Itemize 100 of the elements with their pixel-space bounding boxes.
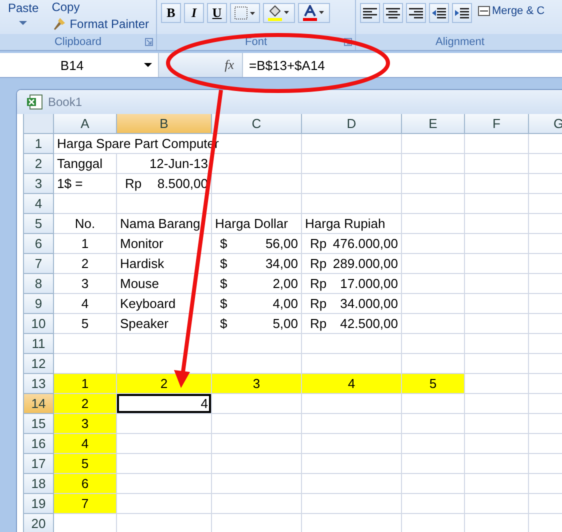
empty-cell <box>465 394 529 414</box>
currency-symbol: Rp <box>310 296 327 311</box>
table-cell: 3 <box>54 274 117 294</box>
empty-cell <box>465 334 529 354</box>
align-button[interactable] <box>406 3 426 23</box>
row-header[interactable]: 3 <box>24 174 54 194</box>
row-header[interactable]: 12 <box>24 354 54 374</box>
empty-cell <box>465 174 529 194</box>
indent-button[interactable] <box>429 3 449 23</box>
currency-symbol: Rp <box>310 276 327 291</box>
empty-cell <box>402 414 465 434</box>
row-header[interactable]: 9 <box>24 294 54 314</box>
empty-cell <box>465 134 529 154</box>
table-cell: No. <box>54 214 117 234</box>
empty-cell <box>402 474 465 494</box>
currency-symbol: $ <box>220 296 228 311</box>
column-header[interactable]: E <box>402 114 465 134</box>
formula-field[interactable]: =B$13+$A14 <box>243 53 325 77</box>
align-button[interactable] <box>360 3 380 23</box>
cell-value: 56,00 <box>265 236 298 251</box>
table-cell: 5 <box>402 374 465 394</box>
indent-button[interactable] <box>452 3 472 23</box>
cell-value: 289.000,00 <box>332 256 398 271</box>
cell-value: 476.000,00 <box>332 236 398 251</box>
row-header[interactable]: 8 <box>24 274 54 294</box>
insert-function-button[interactable]: fx <box>159 53 243 77</box>
copy-button[interactable]: Copy <box>52 0 150 14</box>
alignment-group-label: Alignment <box>356 34 562 50</box>
empty-cell <box>465 214 529 234</box>
cell-value: 4,00 <box>272 296 298 311</box>
row-header[interactable]: 6 <box>24 234 54 254</box>
currency-symbol: $ <box>220 276 228 291</box>
table-cell: Speaker <box>117 314 212 334</box>
row-header[interactable]: 14 <box>24 394 54 414</box>
table-cell: 3 <box>54 414 117 434</box>
font-color-button[interactable] <box>298 3 330 23</box>
brush-icon <box>52 17 66 31</box>
empty-cell <box>402 394 465 414</box>
spreadsheet-icon <box>27 94 43 110</box>
align-button[interactable] <box>383 3 403 23</box>
fill-color-button[interactable] <box>263 3 295 23</box>
merge-icon <box>478 6 490 16</box>
row-header[interactable]: 15 <box>24 414 54 434</box>
empty-cell <box>465 474 529 494</box>
table-cell: 4 <box>117 394 212 414</box>
clipboard-group-label: Clipboard <box>0 34 156 50</box>
row-header[interactable]: 1 <box>24 134 54 154</box>
row-header[interactable]: 10 <box>24 314 54 334</box>
empty-cell <box>465 414 529 434</box>
empty-cell <box>465 354 529 374</box>
table-cell: 1 <box>54 374 117 394</box>
paste-button[interactable]: Paste <box>4 1 43 26</box>
table-cell: 2 <box>117 374 212 394</box>
merge-button[interactable]: Merge & C <box>478 5 545 17</box>
row-header[interactable]: 16 <box>24 434 54 454</box>
currency-symbol: $ <box>220 236 228 251</box>
currency-symbol: Rp <box>310 316 327 331</box>
empty-cell <box>402 454 465 474</box>
row-header[interactable]: 18 <box>24 474 54 494</box>
table-cell: Tanggal <box>54 154 117 174</box>
cell-value: 5,00 <box>272 316 298 331</box>
empty-cell <box>402 174 465 194</box>
empty-cell <box>465 154 529 174</box>
column-header[interactable]: B <box>117 114 212 134</box>
format-painter-button[interactable]: Format Painter <box>52 17 150 31</box>
dialog-launcher-icon[interactable] <box>344 38 352 46</box>
row-header[interactable]: 5 <box>24 214 54 234</box>
column-header[interactable]: C <box>212 114 302 134</box>
row-header[interactable]: 2 <box>24 154 54 174</box>
empty-cell <box>402 134 465 154</box>
table-cell: Nama Barang <box>117 214 212 234</box>
row-header[interactable]: 17 <box>24 454 54 474</box>
row-header[interactable]: 11 <box>24 334 54 354</box>
bold-button[interactable]: B <box>161 3 181 23</box>
empty-cell <box>465 254 529 274</box>
row-header[interactable]: 4 <box>24 194 54 214</box>
row-header[interactable]: 7 <box>24 254 54 274</box>
currency-symbol: $ <box>220 316 228 331</box>
table-cell: Keyboard <box>117 294 212 314</box>
currency-symbol: Rp <box>310 236 327 251</box>
table-cell: Monitor <box>117 234 212 254</box>
caret-icon <box>19 21 28 26</box>
empty-cell <box>465 194 529 214</box>
table-cell: Mouse <box>117 274 212 294</box>
row-header[interactable]: 19 <box>24 494 54 514</box>
borders-button[interactable] <box>230 3 260 23</box>
column-header[interactable]: D <box>302 114 402 134</box>
underline-button[interactable]: U <box>207 3 227 23</box>
dropdown-caret-icon[interactable] <box>144 62 152 68</box>
row-header[interactable]: 13 <box>24 374 54 394</box>
empty-cell <box>465 274 529 294</box>
cell-value: 17.000,00 <box>340 276 398 291</box>
table-cell: 1 <box>54 234 117 254</box>
column-header[interactable]: A <box>54 114 117 134</box>
empty-cell <box>402 154 465 174</box>
italic-button[interactable]: I <box>184 3 204 23</box>
empty-cell <box>402 434 465 454</box>
empty-cell <box>402 194 465 214</box>
row-header[interactable]: 20 <box>24 514 54 532</box>
column-header[interactable]: F <box>465 114 529 134</box>
